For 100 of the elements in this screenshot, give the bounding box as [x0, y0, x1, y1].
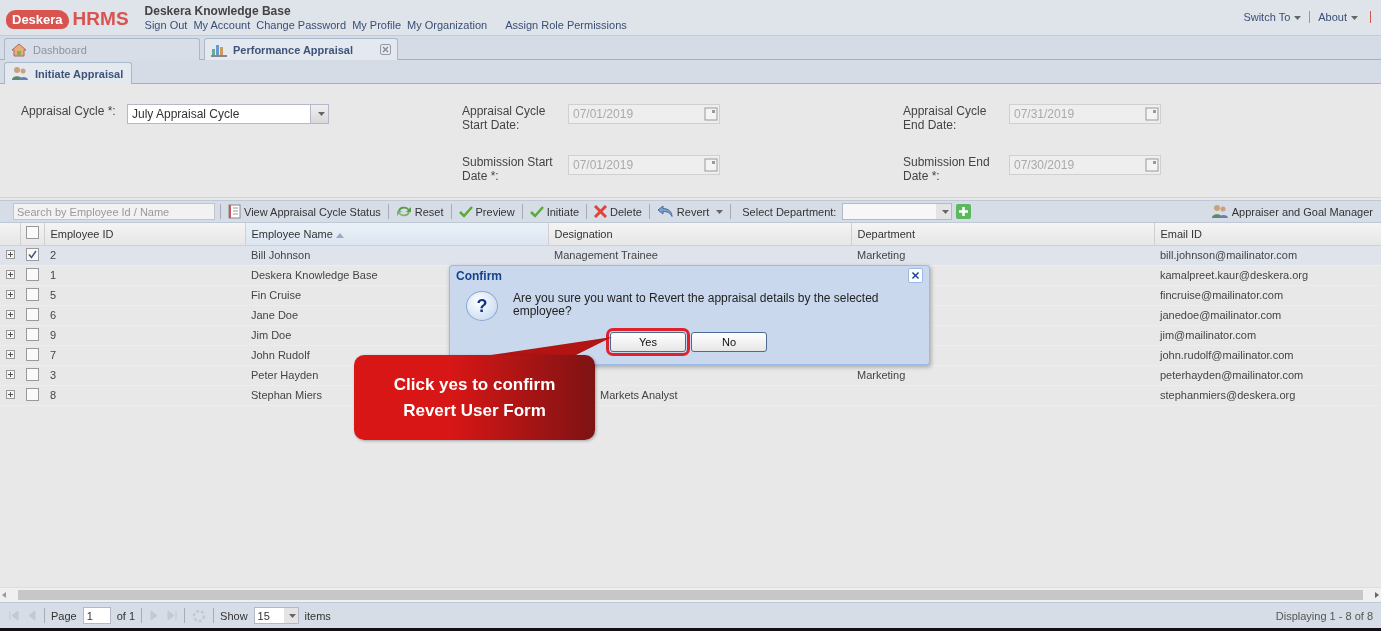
field-label: Appraisal Cycle Start Date: — [462, 104, 547, 132]
checkbox[interactable] — [25, 247, 39, 261]
check-icon — [458, 205, 473, 218]
table-cell: Marketing — [857, 249, 906, 261]
expand-icon[interactable] — [5, 310, 15, 319]
toolbar-button[interactable]: View Appraisal Cycle Status — [226, 204, 383, 219]
caret-icon — [317, 112, 325, 116]
toolbar-button[interactable]: Preview — [456, 205, 517, 218]
product-name: HRMS — [72, 8, 129, 30]
people-icon — [11, 66, 29, 81]
people-icon — [1210, 204, 1229, 219]
checkbox[interactable] — [25, 387, 39, 401]
date-value: 07/01/2019 — [573, 107, 634, 121]
scroll-right-icon[interactable] — [1373, 591, 1381, 599]
expand-icon[interactable] — [5, 330, 15, 339]
department-dropdown[interactable] — [842, 203, 953, 220]
table-cell: 8 — [50, 389, 57, 401]
table-cell: 2 — [50, 249, 57, 261]
table-cell: Marketing — [857, 369, 906, 381]
table-cell: 7 — [50, 349, 57, 361]
expand-icon[interactable] — [5, 390, 15, 399]
toolbar-button[interactable]: Appraiser and Goal Manager — [1208, 204, 1375, 219]
sort-ascending-icon — [335, 232, 344, 238]
expand-icon[interactable] — [5, 270, 15, 279]
toolbar-button[interactable]: Initiate — [527, 205, 582, 218]
field-label: Appraisal Cycle *: — [21, 104, 117, 118]
table-cell: Jim Doe — [251, 329, 292, 341]
table-cell: bill.johnson@mailinator.com — [1160, 249, 1298, 261]
expand-icon[interactable] — [5, 350, 15, 359]
organization-title: Deskera Knowledge Base — [144, 4, 292, 18]
caret-icon — [289, 613, 297, 618]
table-cell: Stephan Miers — [251, 389, 322, 401]
dialog-title: Confirm — [456, 269, 502, 283]
table-cell: 5 — [50, 289, 57, 301]
header-link[interactable]: My Profile — [352, 19, 402, 31]
cycle-dropdown[interactable]: July Appraisal Cycle — [127, 104, 329, 124]
check-icon — [529, 205, 544, 218]
table-cell: Markets Analyst — [600, 389, 678, 401]
delete-icon — [594, 205, 608, 218]
tab[interactable]: Performance Appraisal — [204, 38, 398, 60]
checkbox[interactable] — [25, 226, 39, 240]
horizontal-scrollbar[interactable] — [0, 587, 1381, 602]
add-icon[interactable] — [956, 204, 972, 219]
header-link[interactable]: Sign Out — [144, 19, 188, 31]
toolbar-button[interactable]: Delete — [592, 205, 644, 218]
close-icon[interactable] — [908, 268, 923, 283]
checkbox[interactable] — [25, 267, 39, 281]
checkbox[interactable] — [25, 287, 39, 301]
house-icon — [11, 42, 27, 57]
caret-icon — [1294, 16, 1302, 21]
chart-icon — [211, 42, 227, 57]
search-field[interactable]: Search by Employee Id / Name — [13, 203, 215, 220]
header-link[interactable]: My Account — [193, 19, 251, 31]
date-value: 07/01/2019 — [573, 157, 634, 172]
logo-badge: Deskera — [6, 9, 69, 29]
show-label: Show — [220, 609, 248, 622]
caret-icon — [1351, 16, 1358, 21]
toolbar-button[interactable]: Revert — [654, 205, 726, 218]
question-icon: ? — [466, 291, 498, 321]
tab-label: Dashboard — [33, 43, 87, 56]
header-link[interactable]: Assign Role Permissions — [505, 19, 627, 31]
table-cell: fincruise@mailinator.com — [1160, 289, 1284, 301]
table-cell: john.rudolf@mailinator.com — [1160, 349, 1294, 361]
table-cell: 6 — [50, 309, 57, 321]
table-cell: Peter Hayden — [251, 369, 319, 381]
paging-summary: Displaying 1 - 8 of 8 — [1275, 609, 1373, 622]
checkbox[interactable] — [25, 307, 39, 321]
header-menu[interactable]: Switch To — [1235, 11, 1311, 23]
column-header[interactable]: Email ID — [1154, 223, 1381, 245]
dialog-button[interactable]: No — [691, 332, 767, 352]
table-cell: John Rudolf — [251, 349, 310, 361]
page-size-dropdown[interactable]: 15 — [253, 607, 299, 624]
page-number-field[interactable]: 1 — [82, 607, 111, 624]
toolbar-button[interactable]: Reset — [393, 205, 446, 218]
table-cell: Bill Johnson — [251, 249, 311, 261]
date-value: 07/31/2019 — [1014, 107, 1075, 121]
caret-icon — [942, 209, 950, 214]
checkbox[interactable] — [25, 347, 39, 361]
checkbox[interactable] — [25, 367, 39, 381]
expand-icon[interactable] — [5, 370, 15, 379]
table-cell: 3 — [50, 369, 57, 381]
list-icon — [228, 204, 241, 219]
expand-icon[interactable] — [5, 290, 15, 299]
column-header[interactable]: Employee Name — [245, 223, 548, 245]
expand-icon[interactable] — [5, 250, 15, 259]
column-header[interactable]: Department — [851, 223, 1154, 245]
table-cell: Jane Doe — [251, 309, 299, 321]
table-cell: stephanmiers@deskera.org — [1160, 389, 1296, 401]
header-link[interactable]: Change Password — [256, 19, 347, 31]
tab[interactable]: Initiate Appraisal — [4, 62, 133, 84]
header-link[interactable]: My Organization — [407, 19, 488, 31]
field-label: Submission Start Date *: — [462, 154, 554, 183]
items-label: items — [304, 609, 331, 622]
column-header[interactable]: Employee ID — [44, 223, 245, 245]
table-cell: Deskera Knowledge Base — [251, 269, 378, 281]
checkbox[interactable] — [25, 327, 39, 341]
table-cell: Management Trainee — [554, 249, 658, 261]
column-header[interactable]: Designation — [548, 223, 851, 245]
header-menu[interactable]: About — [1310, 11, 1371, 23]
scroll-left-icon[interactable] — [0, 591, 8, 599]
